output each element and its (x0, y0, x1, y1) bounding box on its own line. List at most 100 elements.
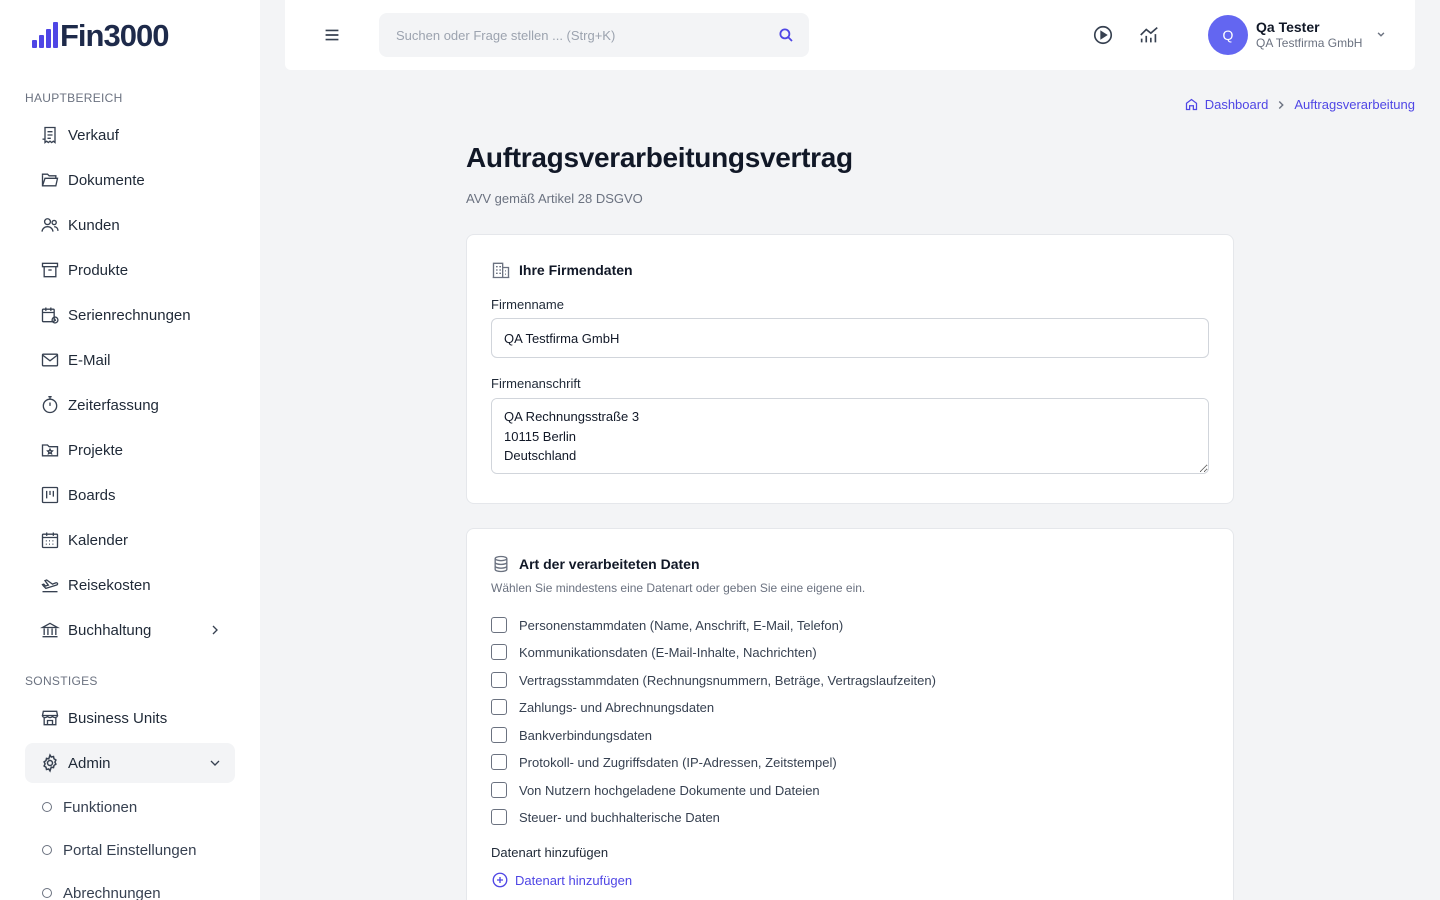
sidebar-item-dokumente[interactable]: Dokumente (25, 160, 235, 200)
app-logo[interactable]: Fin3000 (32, 17, 169, 53)
sidebar-item-label: Reisekosten (68, 576, 151, 594)
search-icon[interactable] (777, 26, 795, 44)
plane-departure-icon (39, 574, 61, 596)
company-address-textarea[interactable]: QA Rechnungsstraße 3 10115 Berlin Deutsc… (491, 398, 1209, 474)
checkbox[interactable] (491, 809, 507, 825)
checkbox[interactable] (491, 699, 507, 715)
folder-star-icon (39, 439, 61, 461)
receipt-icon (39, 124, 61, 146)
sidebar-item-kunden[interactable]: Kunden (25, 205, 235, 245)
data-type-label: Kommunikationsdaten (E-Mail-Inhalte, Nac… (519, 644, 817, 660)
section-label-other: SONSTIGES (25, 674, 98, 688)
logo-text: Fin3000 (60, 17, 169, 53)
user-company: QA Testfirma GmbH (1256, 36, 1363, 50)
hamburger-menu-icon[interactable] (321, 24, 343, 46)
sidebar-item-email[interactable]: E-Mail (25, 340, 235, 380)
data-type-option[interactable]: Vertragsstammdaten (Rechnungsnummern, Be… (491, 670, 936, 690)
bank-icon (39, 619, 61, 641)
chevron-down-icon (1378, 32, 1385, 37)
checkbox[interactable] (491, 727, 507, 743)
company-name-input[interactable] (491, 318, 1209, 358)
add-data-type-button[interactable]: Datenart hinzufügen (491, 871, 632, 889)
sidebar-item-label: Kunden (68, 216, 120, 234)
sidebar: Fin3000 HAUPTBEREICH Verkauf Dokumente K… (0, 0, 260, 900)
folder-open-icon (39, 169, 61, 191)
sidebar-item-label: Projekte (68, 441, 124, 459)
sidebar-item-admin[interactable]: Admin (25, 743, 235, 783)
sidebar-subitem-funktionen[interactable]: Funktionen (42, 795, 137, 819)
circle-icon (42, 845, 52, 855)
sidebar-subitem-label: Portal Einstellungen (63, 841, 197, 859)
data-type-option[interactable]: Bankverbindungsdaten (491, 725, 652, 745)
breadcrumb-dashboard-link[interactable]: Dashboard (1205, 97, 1269, 112)
company-data-card: Ihre Firmendaten Firmenname Firmenanschr… (466, 234, 1234, 504)
data-type-label: Bankverbindungsdaten (519, 727, 652, 743)
card-title: Art der verarbeiteten Daten (519, 556, 700, 572)
user-menu[interactable]: Q Qa Tester QA Testfirma GmbH (1208, 15, 1388, 55)
sidebar-item-label: Boards (68, 486, 116, 504)
card-header: Art der verarbeiteten Daten (491, 554, 700, 574)
sidebar-subitem-label: Abrechnungen (63, 884, 161, 900)
card-title: Ihre Firmendaten (519, 262, 633, 278)
sidebar-item-business-units[interactable]: Business Units (25, 698, 235, 738)
sidebar-item-serienrechnungen[interactable]: Serienrechnungen (25, 295, 235, 335)
sidebar-item-kalender[interactable]: Kalender (25, 520, 235, 560)
data-type-label: Von Nutzern hochgeladene Dokumente und D… (519, 782, 820, 798)
company-address-label: Firmenanschrift (491, 376, 581, 391)
sidebar-subitem-portal-einstellungen[interactable]: Portal Einstellungen (42, 838, 196, 862)
play-circle-icon[interactable] (1092, 24, 1114, 46)
data-types-card: Art der verarbeiteten Daten Wählen Sie m… (466, 528, 1234, 900)
search-input[interactable] (379, 13, 809, 57)
card-header: Ihre Firmendaten (491, 260, 633, 280)
gear-icon (39, 752, 61, 774)
sidebar-item-label: Kalender (68, 531, 129, 549)
search-box (379, 13, 809, 57)
chevron-right-icon (212, 625, 218, 635)
top-bar: Q Qa Tester QA Testfirma GmbH (285, 0, 1415, 70)
section-label-main: HAUPTBEREICH (25, 91, 123, 105)
data-type-option[interactable]: Steuer- und buchhalterische Daten (491, 807, 720, 827)
data-type-option[interactable]: Kommunikationsdaten (E-Mail-Inhalte, Nac… (491, 642, 817, 662)
sidebar-item-label: Buchhaltung (68, 621, 152, 639)
data-type-option[interactable]: Von Nutzern hochgeladene Dokumente und D… (491, 780, 820, 800)
database-icon (494, 555, 508, 573)
archive-box-icon (39, 259, 61, 281)
data-type-label: Protokoll- und Zugriffsdaten (IP-Adresse… (519, 754, 837, 770)
page-title: Auftragsverarbeitungsvertrag (466, 142, 853, 173)
sidebar-item-boards[interactable]: Boards (25, 475, 235, 515)
data-types-hint: Wählen Sie mindestens eine Datenart oder… (491, 581, 866, 595)
sidebar-item-label: Serienrechnungen (68, 306, 191, 324)
breadcrumb-current-link[interactable]: Auftragsverarbeitung (1294, 97, 1415, 112)
data-type-label: Steuer- und buchhalterische Daten (519, 809, 720, 825)
breadcrumb: Dashboard Auftragsverarbeitung (1184, 97, 1415, 112)
checkbox[interactable] (491, 782, 507, 798)
calendar-repeat-icon (39, 304, 61, 326)
sidebar-item-zeiterfassung[interactable]: Zeiterfassung (25, 385, 235, 425)
envelope-icon (39, 349, 61, 371)
sidebar-item-label: Business Units (68, 709, 168, 727)
data-type-option[interactable]: Zahlungs- und Abrechnungsdaten (491, 697, 714, 717)
building-icon (492, 262, 510, 279)
chart-line-icon[interactable] (1138, 24, 1160, 46)
checkbox[interactable] (491, 754, 507, 770)
sidebar-item-buchhaltung[interactable]: Buchhaltung (25, 610, 235, 650)
checkbox[interactable] (491, 617, 507, 633)
sidebar-item-projekte[interactable]: Projekte (25, 430, 235, 470)
sidebar-item-produkte[interactable]: Produkte (25, 250, 235, 290)
circle-icon (42, 888, 52, 898)
sidebar-item-reisekosten[interactable]: Reisekosten (25, 565, 235, 605)
users-icon (39, 214, 61, 236)
logo-bars-icon (32, 22, 58, 48)
checkbox[interactable] (491, 672, 507, 688)
checkbox[interactable] (491, 644, 507, 660)
data-type-label: Personenstammdaten (Name, Anschrift, E-M… (519, 617, 844, 633)
data-type-option[interactable]: Personenstammdaten (Name, Anschrift, E-M… (491, 615, 843, 635)
plus-circle-icon (492, 872, 508, 888)
data-type-option[interactable]: Protokoll- und Zugriffsdaten (IP-Adresse… (491, 752, 837, 772)
kanban-icon (39, 484, 61, 506)
chevron-down-icon (210, 760, 220, 766)
sidebar-subitem-abrechnungen[interactable]: Abrechnungen (42, 881, 161, 900)
sidebar-item-verkauf[interactable]: Verkauf (25, 115, 235, 155)
add-data-type-label: Datenart hinzufügen (491, 845, 609, 860)
home-icon (1185, 98, 1197, 111)
